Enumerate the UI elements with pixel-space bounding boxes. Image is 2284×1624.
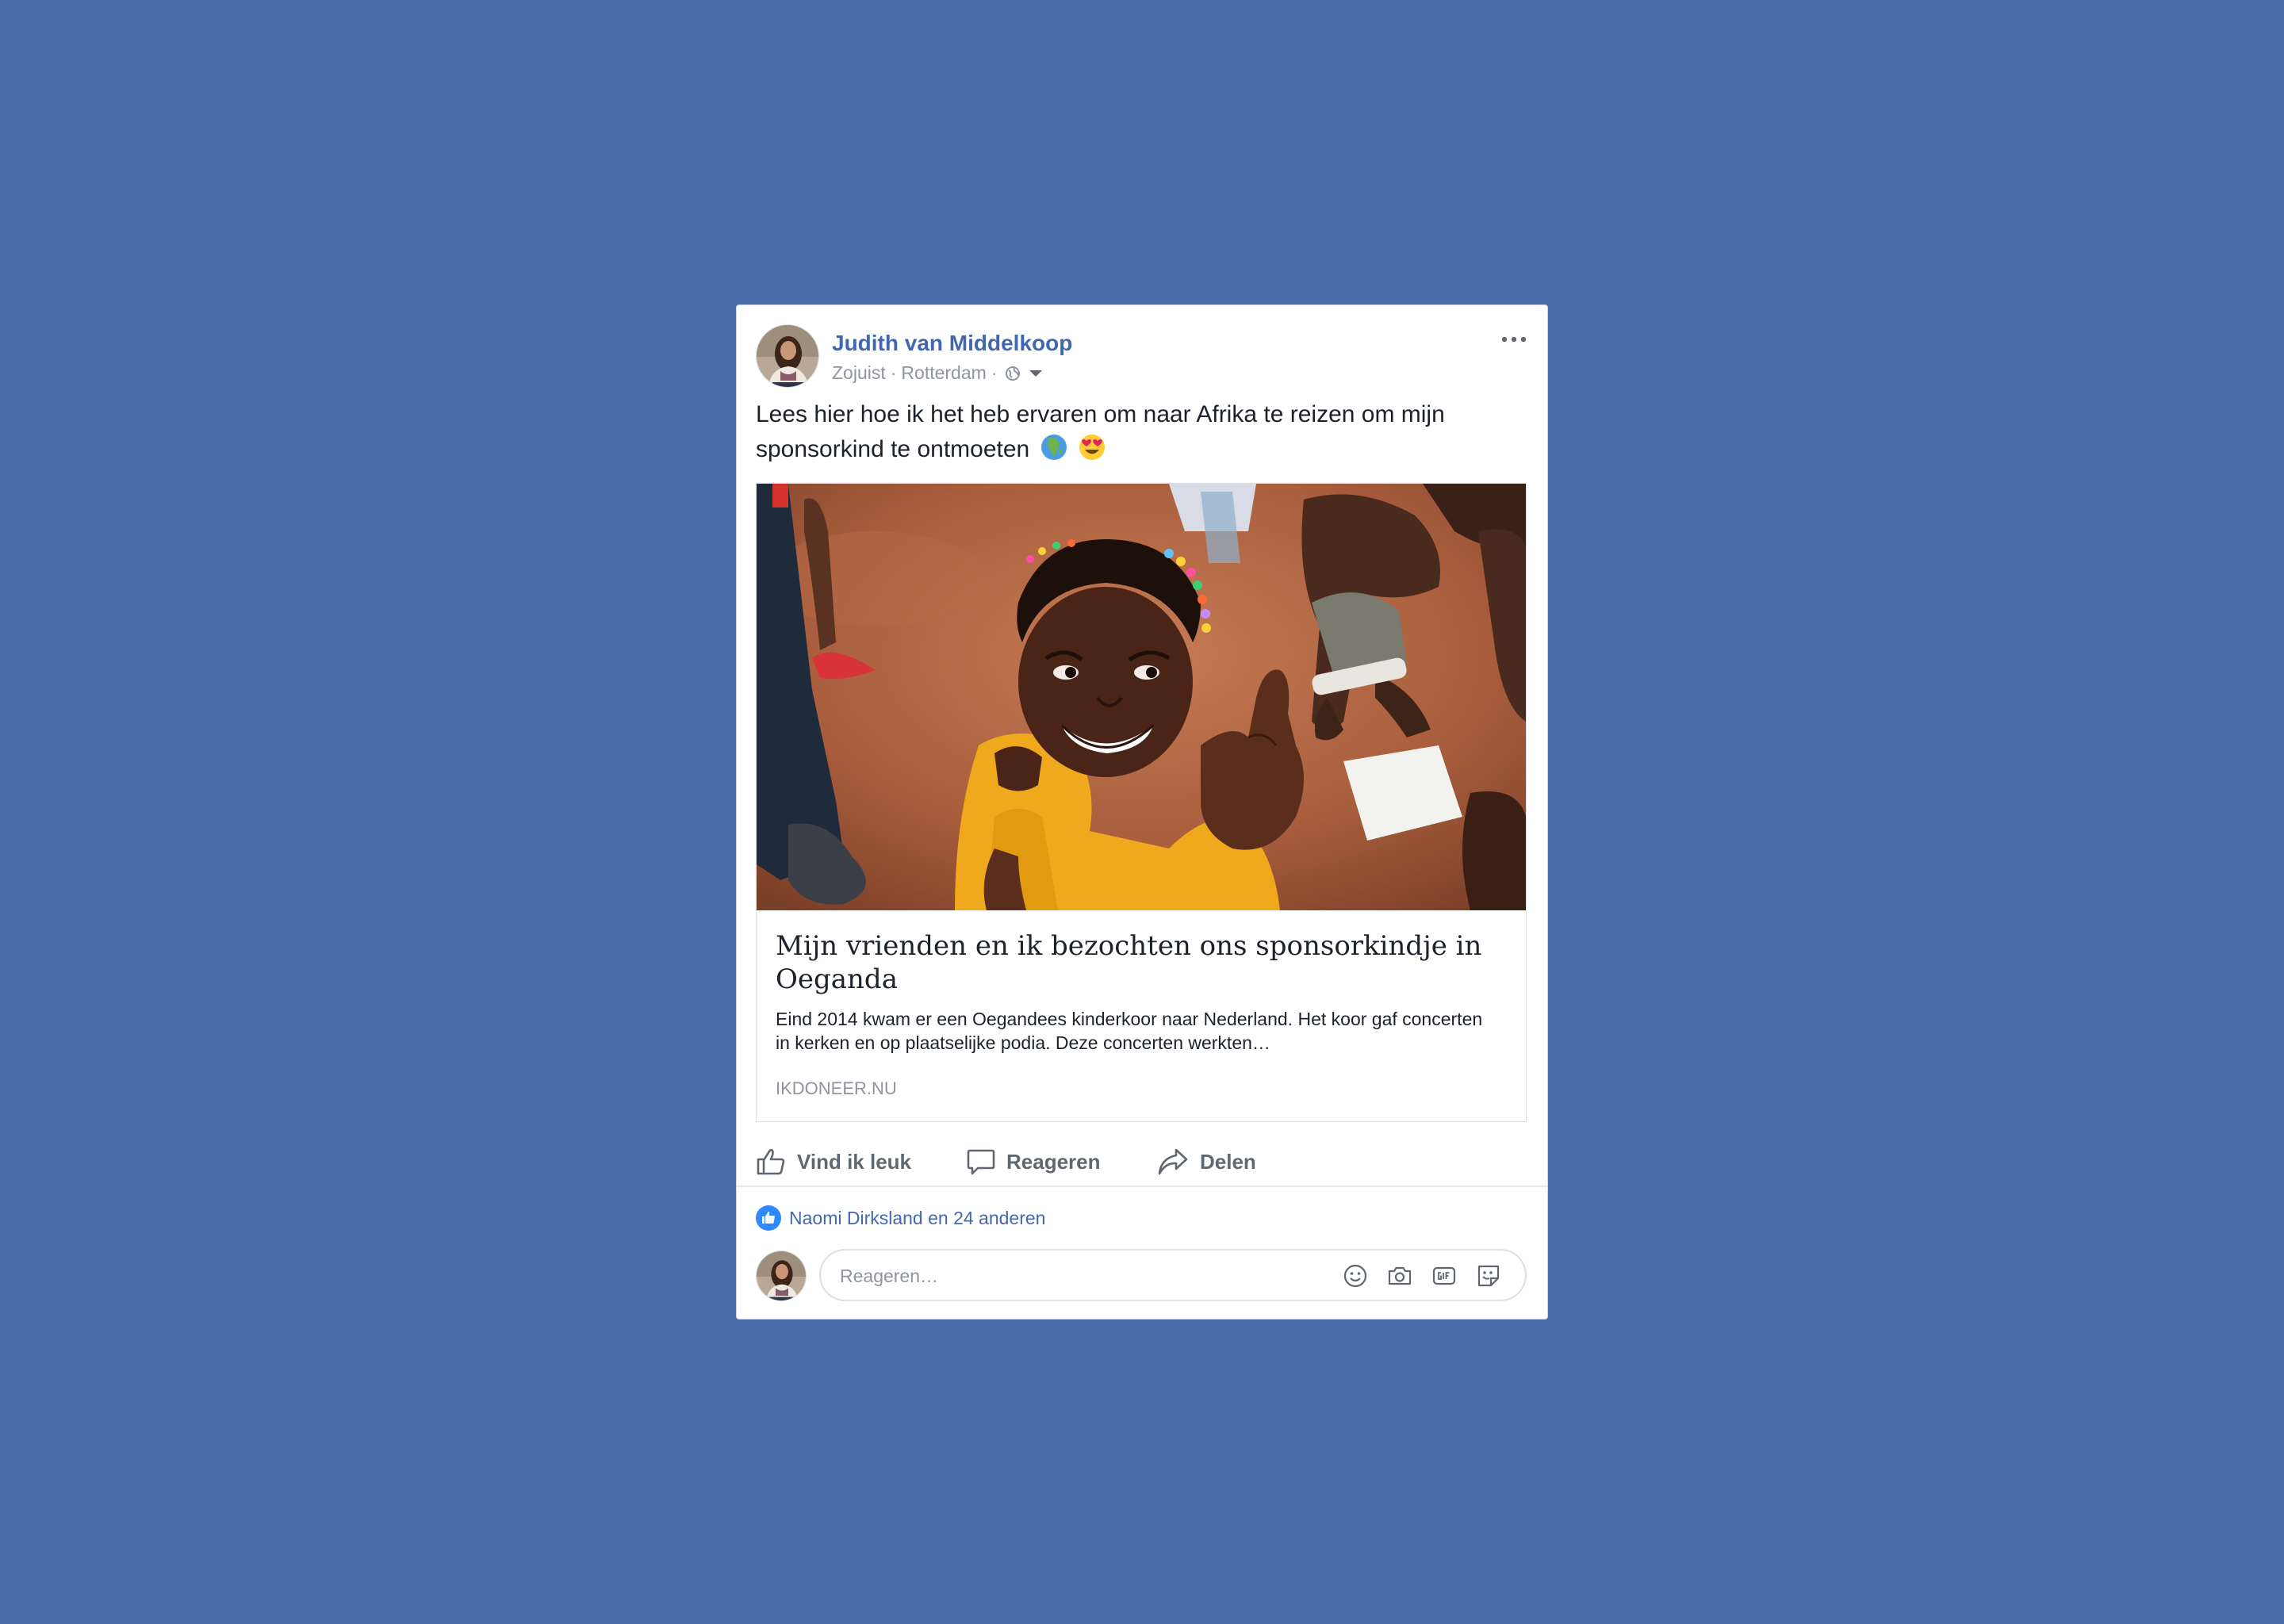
meta-separator: · [890,362,897,383]
globe-africa-emoji [1040,435,1067,460]
divider [737,1185,1547,1187]
share-label: Delen [1200,1149,1256,1174]
likes-summary[interactable]: Naomi Dirksland en 24 anderen [756,1205,1045,1231]
like-label: Vind ik leuk [797,1149,912,1174]
post-actions: Vind ik leuk Reageren Delen [756,1138,1528,1185]
emoji-icon[interactable] [1343,1263,1368,1289]
author-avatar[interactable] [756,324,819,388]
comment-label: Reageren [1006,1149,1101,1174]
link-preview-domain: IKDONEER.NU [776,1078,897,1098]
more-options-icon[interactable] [1500,332,1528,347]
chevron-down-icon[interactable] [1027,368,1044,379]
share-arrow-icon [1158,1148,1188,1175]
speech-bubble-icon [967,1149,995,1175]
comment-composer [756,1249,1528,1304]
heart-eyes-emoji [1079,435,1105,460]
link-preview-title[interactable]: Mijn vrienden en ik bezochten ons sponso… [776,929,1489,996]
like-button[interactable]: Vind ik leuk [756,1138,911,1185]
comment-button[interactable]: Reageren [967,1138,1101,1185]
link-preview-description: Eind 2014 kwam er een Oegandees kinderko… [776,1009,1483,1053]
comment-box[interactable] [819,1249,1527,1301]
author-name[interactable]: Judith van Middelkoop [832,331,1072,356]
comment-input[interactable] [838,1251,1317,1301]
post-header: Judith van Middelkoop Zojuist · Rotterda… [756,324,1528,389]
gif-icon[interactable] [1431,1263,1457,1289]
commenter-avatar[interactable] [756,1251,807,1301]
like-reaction-icon [756,1205,781,1231]
post-meta: Zojuist · Rotterdam · [832,362,1044,384]
link-preview-image[interactable] [757,484,1526,910]
camera-icon[interactable] [1387,1263,1412,1289]
post-time[interactable]: Zojuist [832,362,886,384]
post-text: Lees hier hoe ik het heb ervaren om naar… [756,397,1517,467]
likes-text: Naomi Dirksland en 24 anderen [789,1207,1046,1228]
share-button[interactable]: Delen [1157,1138,1256,1185]
post-card: Judith van Middelkoop Zojuist · Rotterda… [736,304,1548,1320]
meta-separator: · [991,362,998,383]
link-preview[interactable]: Mijn vrienden en ik bezochten ons sponso… [756,483,1527,1122]
post-location[interactable]: Rotterdam [901,362,986,384]
globe-icon[interactable] [1005,366,1021,381]
sticker-icon[interactable] [1476,1263,1501,1289]
thumbs-up-icon [757,1148,785,1175]
